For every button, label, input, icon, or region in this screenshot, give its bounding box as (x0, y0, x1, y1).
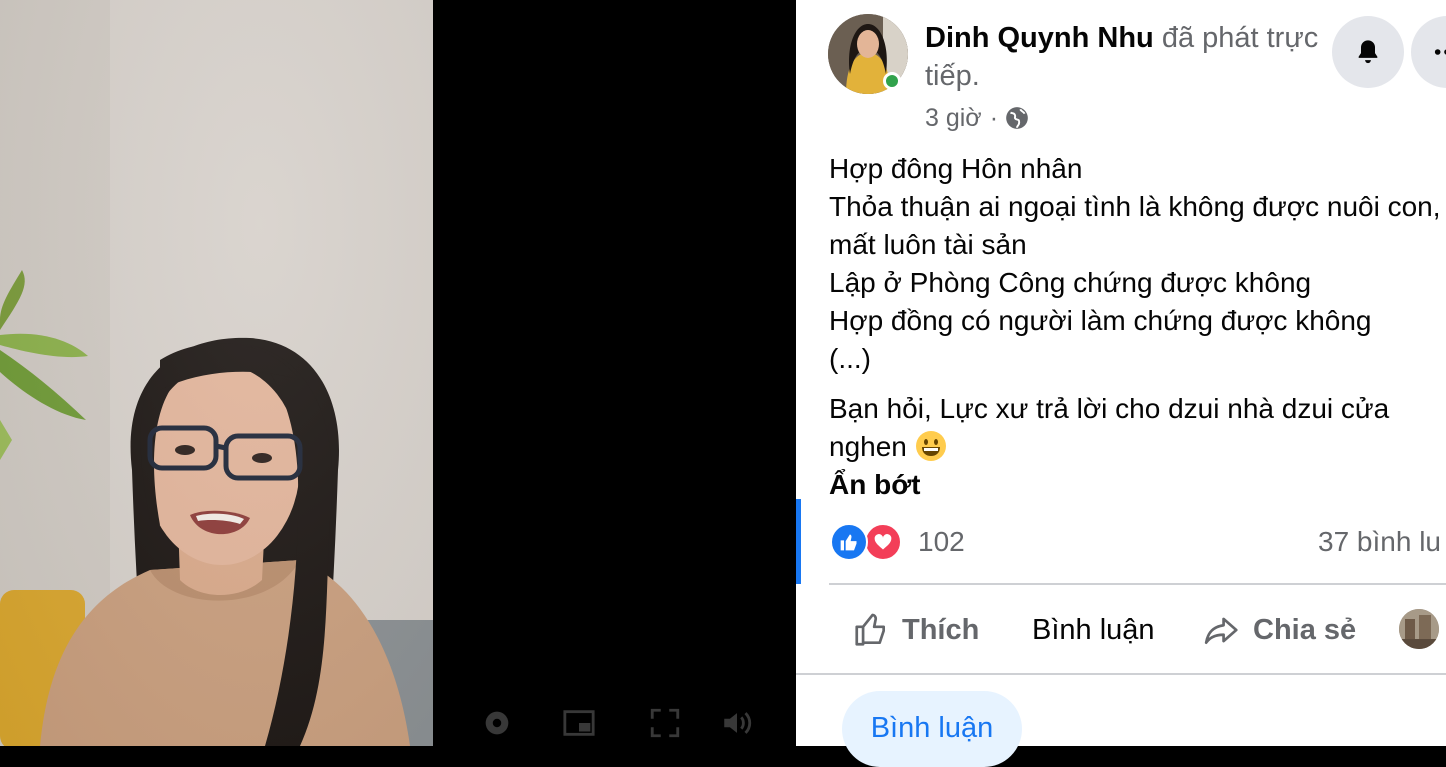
settings-icon[interactable] (480, 706, 514, 740)
post-line: Hợp đông Hôn nhân (829, 153, 1083, 184)
post-header: Dinh Quynh Nhu đã phát trực tiếp. (925, 19, 1325, 95)
divider (796, 673, 1446, 675)
globe-icon[interactable] (1004, 105, 1030, 131)
post-line: Hợp đồng có người làm chứng được không (829, 305, 1372, 336)
comment-pill-button[interactable]: Bình luận (842, 691, 1022, 767)
comment-count[interactable]: 37 bình lu (1318, 522, 1441, 562)
live-video-player[interactable] (0, 0, 796, 746)
grinning-face-emoji (915, 431, 946, 461)
fullscreen-icon[interactable] (648, 706, 682, 740)
comment-label: Bình luận (1032, 613, 1155, 646)
post-line: Lập ở Phòng Công chứng được không (829, 267, 1312, 298)
post-paragraph: Bạn hỏi, Lực xư trả lời cho dzui nhà dzu… (829, 390, 1444, 466)
share-label: Chia sẻ (1253, 613, 1357, 646)
post-paragraph-text: Bạn hỏi, Lực xư trả lời cho dzui nhà dzu… (829, 393, 1390, 462)
meta-separator: · (989, 104, 999, 132)
more-dots-icon (1434, 49, 1446, 55)
share-arrow-icon (1204, 617, 1238, 645)
like-button[interactable]: Thích (852, 606, 979, 654)
picture-in-picture-icon[interactable] (562, 706, 596, 740)
post-meta: 3 giờ · (925, 101, 1030, 135)
viewer-avatar[interactable] (1399, 609, 1439, 649)
love-reaction-icon (864, 523, 902, 561)
like-label: Thích (902, 613, 980, 646)
like-reaction-icon (830, 523, 868, 561)
viewer-avatar-image (1399, 609, 1439, 649)
bell-icon (1358, 40, 1378, 64)
reaction-count[interactable]: 102 (918, 526, 965, 558)
post-line: Thỏa thuận ai ngoại tình là không được n… (829, 191, 1441, 260)
video-frame (0, 0, 433, 746)
share-button[interactable]: Chia sẻ (1203, 606, 1356, 654)
thumbs-up-icon (855, 613, 886, 646)
post-timestamp[interactable]: 3 giờ (925, 101, 982, 135)
online-status-dot (883, 72, 901, 90)
divider (829, 583, 1446, 585)
video-controls (470, 700, 770, 746)
volume-icon[interactable] (720, 706, 754, 740)
see-less-link[interactable]: Ẩn bớt (829, 466, 1444, 504)
focus-accent-bar (796, 499, 801, 584)
post-text: Hợp đông Hôn nhân Thỏa thuận ai ngoại tì… (829, 150, 1444, 504)
notifications-button[interactable] (1332, 16, 1404, 88)
comment-action-button[interactable]: Bình luận (1032, 606, 1155, 654)
post-line: (...) (829, 343, 871, 374)
reaction-summary[interactable]: 102 (830, 522, 965, 562)
author-name[interactable]: Dinh Quynh Nhu (925, 22, 1154, 54)
